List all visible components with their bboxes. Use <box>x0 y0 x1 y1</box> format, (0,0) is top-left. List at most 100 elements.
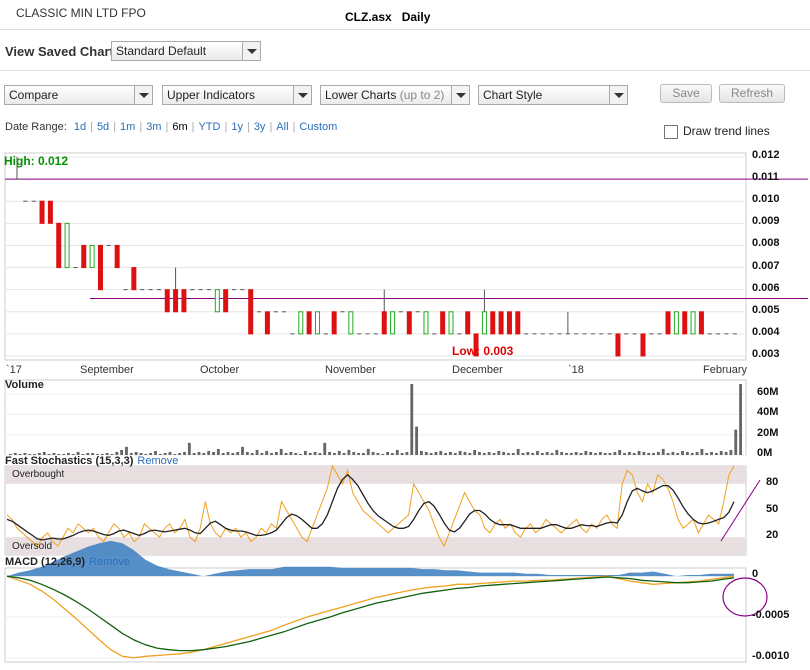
chevron-down-icon <box>609 86 627 104</box>
range-option-3y[interactable]: 3y <box>254 121 266 133</box>
month-label: `18 <box>568 364 584 376</box>
volume-bar <box>671 451 675 455</box>
company-name: CLASSIC MIN LTD FPO <box>16 6 146 20</box>
date-range-label: Date Range: <box>5 121 67 133</box>
candle-body <box>348 311 354 335</box>
range-option-ytd[interactable]: YTD <box>198 121 220 133</box>
volume-bar <box>274 451 278 455</box>
volume-bar <box>299 453 302 455</box>
volume-bar <box>294 452 298 455</box>
volume-bar <box>192 452 196 455</box>
high-label: High: 0.012 <box>4 154 69 168</box>
remove-stochastics-link[interactable]: Remove <box>137 455 178 467</box>
volume-bar <box>332 452 336 455</box>
candle-body <box>131 267 137 291</box>
chevron-down-icon <box>134 86 152 104</box>
volume-bar <box>289 451 293 455</box>
range-separator: | <box>292 121 296 133</box>
volume-bar <box>303 450 307 455</box>
volume-bar <box>178 452 182 455</box>
stoch-tick-label: 80 <box>766 475 779 488</box>
volume-bar <box>347 449 351 455</box>
volume-bar <box>526 451 530 455</box>
candle-body <box>39 200 45 224</box>
range-option-1y[interactable]: 1y <box>231 121 243 133</box>
range-separator: | <box>113 121 117 133</box>
upper-indicators-select[interactable]: Upper Indicators <box>162 85 312 105</box>
price-tick-label: 0.011 <box>752 171 779 184</box>
chart-style-select[interactable]: Chart Style <box>478 85 628 105</box>
volume-bar <box>478 451 481 455</box>
candle-body <box>390 311 396 335</box>
range-option-custom[interactable]: Custom <box>299 121 337 133</box>
volume-bar <box>386 451 390 455</box>
header-divider <box>0 29 810 30</box>
volume-bar <box>207 450 211 455</box>
candle-body <box>423 311 429 335</box>
volume-bar <box>482 452 486 455</box>
remove-macd-link[interactable]: Remove <box>89 556 130 568</box>
candle-body <box>306 311 312 335</box>
volume-bar <box>183 451 186 455</box>
candle-body <box>698 311 704 335</box>
range-option-3m[interactable]: 3m <box>146 121 161 133</box>
volume-bar <box>420 450 423 455</box>
volume-bar <box>449 451 452 455</box>
volume-bar <box>555 449 559 455</box>
saved-chart-select[interactable]: Standard Default <box>111 41 261 61</box>
volume-bar <box>719 450 723 455</box>
save-button[interactable]: Save <box>660 84 712 103</box>
candle-body <box>690 311 696 335</box>
range-option-1d[interactable]: 1d <box>74 121 86 133</box>
candle-body <box>440 311 446 335</box>
price-tick-label: 0.005 <box>752 303 780 316</box>
volume-bar <box>357 452 360 455</box>
refresh-button[interactable]: Refresh <box>719 84 785 103</box>
chevron-down-icon <box>451 86 469 104</box>
candle-body <box>89 244 95 269</box>
volume-bar <box>415 426 419 455</box>
volume-bar <box>255 449 259 455</box>
compare-select[interactable]: Compare <box>4 85 153 105</box>
volume-panel <box>4 379 747 456</box>
trend-lines-checkbox[interactable] <box>664 125 678 139</box>
overbought-band <box>5 466 746 484</box>
month-label: October <box>200 364 240 376</box>
volume-bar <box>666 452 670 455</box>
price-tick-label: 0.007 <box>752 259 780 272</box>
candle-body <box>481 311 487 335</box>
volume-bar <box>700 448 704 455</box>
candle-body <box>448 311 454 335</box>
candle-body <box>223 289 229 313</box>
lower-charts-select[interactable]: Lower Charts (up to 2) <box>320 85 470 105</box>
volume-bar <box>313 451 317 455</box>
range-separator: | <box>224 121 228 133</box>
volume-bar <box>594 452 597 455</box>
volume-tick-label: 20M <box>757 426 779 439</box>
volume-bar <box>318 452 322 455</box>
month-label: February <box>703 364 748 376</box>
candle-body <box>640 333 646 357</box>
range-option-5d[interactable]: 5d <box>97 121 109 133</box>
range-separator: | <box>269 121 273 133</box>
volume-bar <box>685 451 689 455</box>
volume-bar <box>579 452 583 455</box>
range-option-6m[interactable]: 6m <box>172 121 187 133</box>
volume-tick-label: 40M <box>757 406 779 419</box>
overbought-label: Overbought <box>12 469 65 480</box>
oversold-label: Oversold <box>12 541 53 552</box>
volume-bar <box>434 451 438 455</box>
candle-body <box>56 222 62 269</box>
saved-chart-label: View Saved Chart: <box>5 44 119 59</box>
candle-body <box>506 311 512 335</box>
range-option-all[interactable]: All <box>276 121 288 133</box>
range-option-1m[interactable]: 1m <box>120 121 135 133</box>
volume-bar <box>400 452 404 455</box>
volume-bar <box>342 452 346 455</box>
volume-bar <box>714 452 718 455</box>
candle-body <box>81 244 87 269</box>
volume-bar <box>352 451 356 455</box>
price-tick-label: 0.010 <box>752 193 780 206</box>
volume-bar <box>734 429 738 455</box>
range-separator: | <box>139 121 143 133</box>
